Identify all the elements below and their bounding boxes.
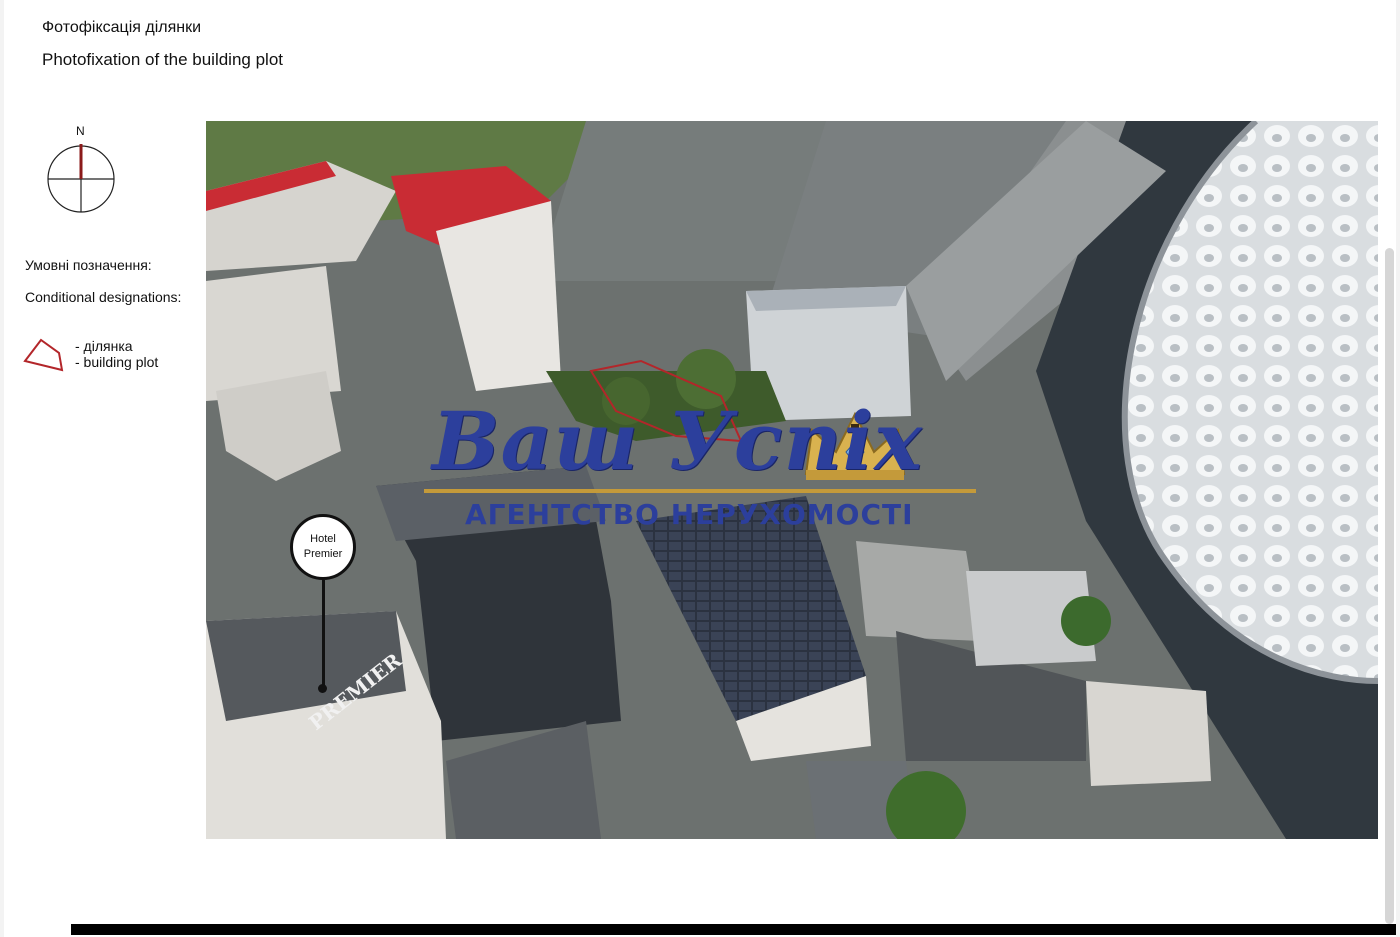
watermark-subtitle: АГЕНТСТВО НЕРУХОМОСТІ xyxy=(465,498,914,531)
compass-icon: N xyxy=(44,124,120,216)
hotel-label-line2: Premier xyxy=(303,548,343,560)
legend-plot-en: - building plot xyxy=(75,354,159,370)
plot-outline-icon xyxy=(22,336,68,376)
page-title-en: Photofixation of the building plot xyxy=(42,50,284,69)
page-title-ua: Фотофіксація ділянки xyxy=(42,19,202,36)
legend-title-en: Conditional designations: xyxy=(25,289,182,305)
hotel-label-line1: Hotel xyxy=(310,533,336,545)
hotel-pointer-dot xyxy=(318,684,327,693)
legend-plot-text: - ділянка - building plot xyxy=(75,338,158,370)
watermark-divider xyxy=(424,489,976,493)
legend-plot-ua: - ділянка xyxy=(75,338,133,354)
page-bottom-bar xyxy=(71,924,1396,935)
compass-north-label: N xyxy=(76,124,85,138)
scrollbar[interactable] xyxy=(1385,248,1394,924)
hotel-label-bubble: Hotel Premier xyxy=(290,514,356,580)
watermark-title: Ваш Успіх xyxy=(432,394,923,488)
legend-title-ua: Умовні позначення: xyxy=(25,257,152,273)
hotel-pointer-line xyxy=(322,580,325,688)
